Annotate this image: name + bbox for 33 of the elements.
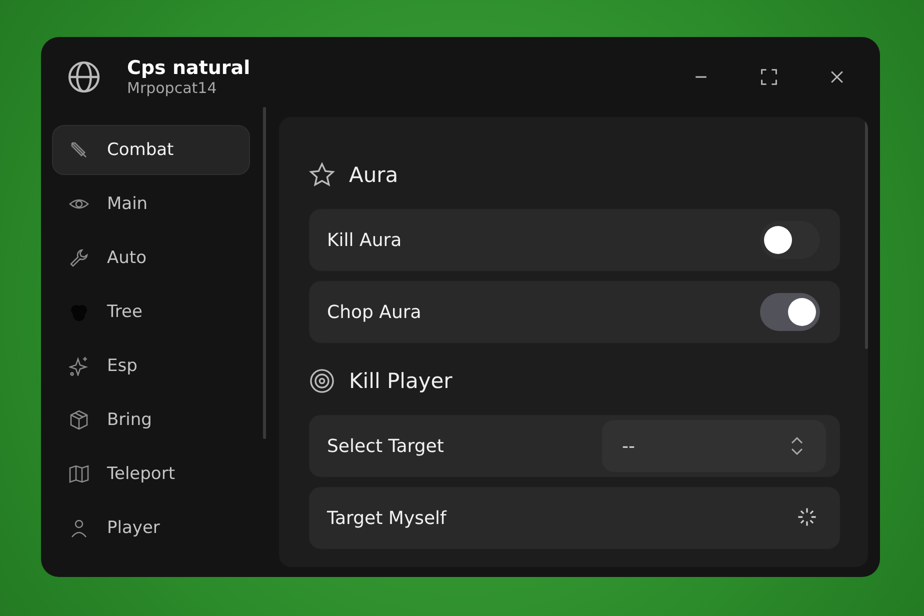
- setting-label: Chop Aura: [327, 302, 422, 322]
- spinner-icon: [796, 506, 818, 528]
- toggle-switch[interactable]: [760, 221, 820, 259]
- setting-label: Kill Aura: [327, 230, 403, 250]
- setting-label: Target Myself: [327, 508, 448, 528]
- sidebar-item[interactable]: Esp: [52, 341, 250, 391]
- target-icon: [309, 368, 335, 394]
- section-title: Aura: [349, 163, 398, 187]
- scrollbar[interactable]: [263, 107, 266, 439]
- chevron-updown-icon: [790, 435, 804, 457]
- sidebar-item[interactable]: Bring: [52, 395, 250, 445]
- sword-icon: [69, 140, 89, 160]
- sidebar-item[interactable]: Combat: [52, 125, 250, 175]
- setting-label: Select Target: [327, 436, 445, 456]
- window-subtitle: Mrpopcat14: [127, 79, 218, 97]
- sidebar-item[interactable]: Auto: [52, 233, 250, 283]
- sidebar-item[interactable]: Teleport: [52, 449, 250, 499]
- target-dropdown[interactable]: --: [602, 420, 826, 472]
- section-title: Kill Player: [349, 369, 452, 393]
- star-icon: [309, 162, 335, 188]
- box-icon: [69, 410, 89, 430]
- globe-icon: [67, 60, 101, 94]
- wrench-icon: [69, 248, 89, 268]
- person-icon: [69, 518, 89, 538]
- sidebar-item[interactable]: Player: [52, 503, 250, 553]
- sidebar-item[interactable]: Tree: [52, 287, 250, 337]
- sidebar-item[interactable]: Main: [52, 179, 250, 229]
- close-icon: [828, 68, 846, 86]
- sparkle-icon: [69, 356, 89, 376]
- map-icon: [69, 464, 89, 484]
- maximize-icon: [760, 68, 778, 86]
- window-title: Cps natural: [127, 57, 252, 79]
- toggle-switch[interactable]: [760, 293, 820, 331]
